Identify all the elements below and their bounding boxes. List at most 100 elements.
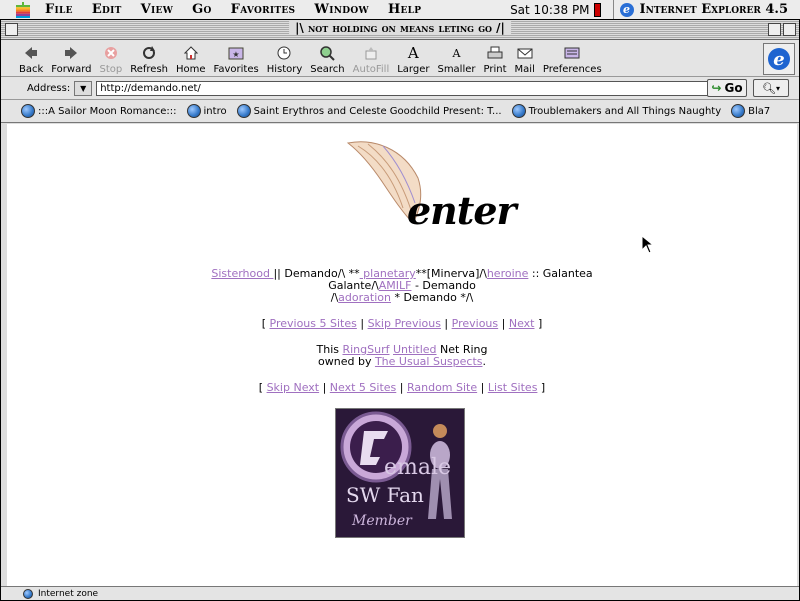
window-titlebar[interactable]: |\ not holding on means leting go /| <box>1 20 799 40</box>
separator: | <box>356 317 368 330</box>
globe-icon <box>731 104 746 118</box>
menubar-clock[interactable]: Sat 10:38 PM <box>510 3 589 17</box>
female-sw-fan-banner[interactable]: emale SW Fan Member <box>335 408 465 538</box>
favorite-link[interactable]: :::A Sailor Moon Romance::: <box>21 104 177 118</box>
preferences-button[interactable]: Preferences <box>543 44 602 76</box>
history-button[interactable]: History <box>267 44 302 76</box>
back-button[interactable]: Back <box>19 44 43 76</box>
ie-throbber-logo[interactable]: e <box>763 43 795 75</box>
skip-next-link[interactable]: Skip Next <box>267 381 320 394</box>
favorites-folder-icon: ★ <box>227 44 245 62</box>
mouse-cursor-icon <box>641 234 655 258</box>
menu-view[interactable]: View <box>141 2 173 17</box>
forward-button[interactable]: Forward <box>51 44 92 76</box>
menu-window[interactable]: Window <box>314 2 369 17</box>
owner-link[interactable]: The Usual Suspects <box>375 355 483 368</box>
address-bar: Address: ▼ ↪ Go 🔍︎ ▾ <box>1 77 799 100</box>
home-button[interactable]: Home <box>176 44 206 76</box>
ring-text-4: . <box>482 355 486 368</box>
address-input[interactable] <box>96 80 713 96</box>
dropdown-triangle-icon: ▼ <box>80 83 87 93</box>
battery-icon[interactable] <box>593 2 601 17</box>
go-arrow-icon: ↪ <box>711 81 722 95</box>
go-button[interactable]: ↪ Go <box>707 79 747 97</box>
ie-logo-icon: e <box>768 48 790 70</box>
forward-label: Forward <box>51 64 92 75</box>
status-zone-text: Internet zone <box>38 588 99 599</box>
favorite-link[interactable]: intro <box>186 104 227 118</box>
smaller-label: Smaller <box>437 64 476 75</box>
collapse-box-icon[interactable] <box>783 23 796 36</box>
separator: | <box>440 317 452 330</box>
button-toolbar: Back Forward Stop Refresh Home ★ Favorit… <box>1 40 799 77</box>
separator: | <box>396 381 407 394</box>
larger-text-button[interactable]: A Larger <box>397 44 429 76</box>
heroine-link[interactable]: heroine <box>487 267 529 280</box>
apple-menu-icon[interactable] <box>15 1 31 18</box>
window-title: |\ not holding on means leting go /| <box>289 21 511 35</box>
adoration-link[interactable]: adoration <box>338 291 391 304</box>
favorite-label: :::A Sailor Moon Romance::: <box>38 105 177 117</box>
favorite-label: intro <box>203 105 227 117</box>
globe-icon <box>186 104 201 118</box>
print-label: Print <box>483 64 507 75</box>
favorite-link[interactable]: Saint Erythros and Celeste Goodchild Pre… <box>236 104 502 118</box>
preferences-icon <box>563 44 581 62</box>
search-dropdown-button[interactable]: 🔍︎ ▾ <box>753 79 789 97</box>
address-history-dropdown[interactable]: ▼ <box>74 80 93 96</box>
favorite-label: Troublemakers and All Things Naughty <box>528 105 722 117</box>
next-link[interactable]: Next <box>509 317 535 330</box>
menu-favorites[interactable]: Favorites <box>231 2 296 17</box>
menu-edit[interactable]: Edit <box>92 2 122 17</box>
refresh-button[interactable]: Refresh <box>130 44 168 76</box>
smaller-text-button[interactable]: A Smaller <box>437 44 475 76</box>
favorite-label: Saint Erythros and Celeste Goodchild Pre… <box>253 105 502 117</box>
webring-nav-bottom: [ Skip Next | Next 5 Sites | Random Site… <box>7 382 797 394</box>
bracket-open: [ <box>261 317 270 330</box>
random-site-link[interactable]: Random Site <box>407 381 477 394</box>
menu-help[interactable]: Help <box>388 2 421 17</box>
close-box-icon[interactable] <box>5 23 18 36</box>
favorites-button[interactable]: ★ Favorites <box>214 44 259 76</box>
autofill-icon <box>362 44 380 62</box>
bracket-close: ] <box>534 317 543 330</box>
mail-button[interactable]: Mail <box>515 44 535 76</box>
globe-icon <box>21 104 35 118</box>
sisterhood-link[interactable]: Sisterhood <box>211 267 273 280</box>
banner-text-3: Member <box>352 513 412 529</box>
next-5-sites-link[interactable]: Next 5 Sites <box>330 381 396 394</box>
refresh-label: Refresh <box>130 64 168 75</box>
internet-zone-globe-icon <box>23 588 33 599</box>
menu-file[interactable]: File <box>45 2 73 17</box>
print-button[interactable]: Print <box>484 44 507 76</box>
mail-icon <box>516 44 534 62</box>
autofill-button[interactable]: AutoFill <box>353 44 389 76</box>
favorite-link[interactable]: Troublemakers and All Things Naughty <box>511 104 722 118</box>
history-clock-icon <box>275 44 293 62</box>
home-icon <box>182 44 200 62</box>
preferences-label: Preferences <box>542 64 602 75</box>
previous-link[interactable]: Previous <box>452 317 499 330</box>
favorites-label: Favorites <box>213 64 259 75</box>
globe-icon <box>511 104 526 118</box>
zoom-box-icon[interactable] <box>768 23 781 36</box>
stop-label: Stop <box>99 64 123 75</box>
back-label: Back <box>19 64 44 75</box>
menu-go[interactable]: Go <box>192 2 212 17</box>
previous-5-sites-link[interactable]: Previous 5 Sites <box>270 317 357 330</box>
search-button[interactable]: Search <box>310 44 345 76</box>
separator: | <box>319 381 330 394</box>
list-sites-link[interactable]: List Sites <box>488 381 538 394</box>
skip-previous-link[interactable]: Skip Previous <box>368 317 441 330</box>
line3-text-2: * Demando */\ <box>390 291 474 304</box>
stop-button[interactable]: Stop <box>99 44 123 76</box>
larger-label: Larger <box>397 64 430 75</box>
favorite-link[interactable]: Bla7 <box>731 104 770 118</box>
separator: | <box>477 381 488 394</box>
separator: | <box>498 317 509 330</box>
application-menu[interactable]: e Internet Explorer 4.5 <box>612 0 800 19</box>
enter-heading[interactable]: enter <box>407 188 517 233</box>
smaller-text-icon: A <box>452 46 461 60</box>
link-line-3: /\adoration * Demando */\ <box>7 292 797 304</box>
back-arrow-icon <box>22 44 40 62</box>
